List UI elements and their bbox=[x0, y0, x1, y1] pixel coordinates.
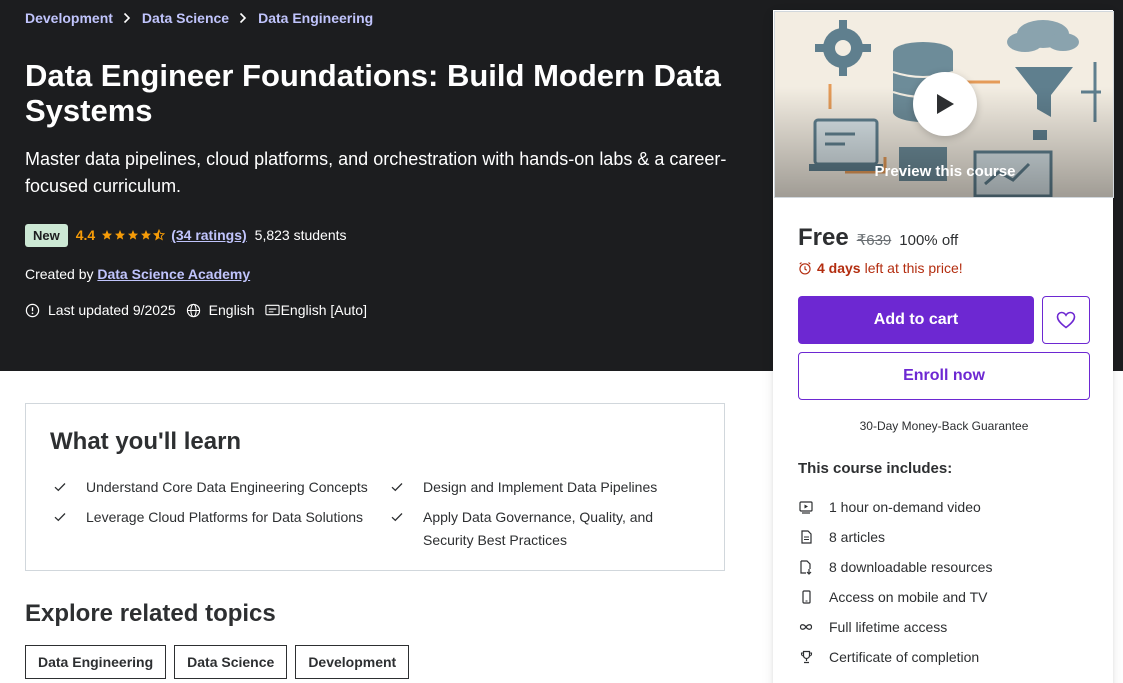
check-icon bbox=[54, 476, 68, 499]
breadcrumb-data-science[interactable]: Data Science bbox=[142, 10, 229, 26]
created-by: Created by Data Science Academy bbox=[25, 266, 250, 282]
learn-item: Apply Data Governance, Quality, and Secu… bbox=[391, 506, 701, 552]
ratings-count-link[interactable]: (34 ratings) bbox=[171, 227, 246, 243]
captions-icon bbox=[264, 304, 280, 316]
include-articles-text: 8 articles bbox=[829, 529, 886, 545]
captions-text: English [Auto] bbox=[280, 302, 367, 318]
alarm-clock-icon bbox=[799, 262, 811, 275]
star-icon bbox=[115, 230, 126, 240]
learn-item-text: Apply Data Governance, Quality, and Secu… bbox=[423, 509, 654, 548]
topic-data-engineering[interactable]: Data Engineering bbox=[25, 645, 167, 679]
timer-text: left at this price! bbox=[864, 260, 963, 276]
includes-title: This course includes: bbox=[798, 460, 953, 477]
created-by-label: Created by bbox=[25, 266, 94, 282]
chevron-right-icon bbox=[239, 12, 247, 24]
list-item: Full lifetime access bbox=[798, 612, 1090, 642]
learn-item-text: Design and Implement Data Pipelines bbox=[423, 479, 658, 495]
price-row: Free ₹639 100% off bbox=[798, 224, 958, 252]
add-to-cart-button[interactable]: Add to cart bbox=[798, 296, 1034, 344]
include-lifetime-text: Full lifetime access bbox=[829, 619, 948, 635]
original-price: ₹639 bbox=[856, 232, 892, 249]
students-count: 5,823 students bbox=[254, 227, 347, 243]
course-subtitle: Master data pipelines, cloud platforms, … bbox=[25, 149, 727, 196]
include-resources-text: 8 downloadable resources bbox=[829, 559, 993, 575]
last-updated: Last updated 9/2025 bbox=[25, 302, 176, 318]
timer-days: 4 days bbox=[817, 260, 861, 276]
video-icon bbox=[798, 500, 814, 514]
includes-list: 1 hour on-demand video 8 articles 8 down… bbox=[798, 492, 1090, 672]
rating-value: 4.4 bbox=[75, 227, 96, 243]
author-link[interactable]: Data Science Academy bbox=[97, 266, 250, 282]
check-icon bbox=[391, 506, 405, 552]
course-preview[interactable]: Preview this course bbox=[774, 11, 1114, 198]
learn-item: Understand Core Data Engineering Concept… bbox=[54, 476, 374, 499]
language-text: English bbox=[208, 302, 255, 318]
half-star-icon bbox=[153, 229, 166, 241]
include-mobile-text: Access on mobile and TV bbox=[829, 589, 988, 605]
article-icon bbox=[798, 530, 814, 544]
what-you-learn-title: What you'll learn bbox=[50, 428, 242, 455]
enroll-now-button[interactable]: Enroll now bbox=[798, 352, 1090, 400]
chevron-right-icon bbox=[123, 12, 131, 24]
list-item: 1 hour on-demand video bbox=[798, 492, 1090, 522]
infinity-icon bbox=[798, 623, 814, 631]
heart-icon bbox=[1056, 311, 1076, 329]
rating-row: New 4.4 (34 ratings) 5,823 students bbox=[25, 223, 347, 247]
last-updated-text: Last updated 9/2025 bbox=[48, 302, 176, 318]
learn-item: Leverage Cloud Platforms for Data Soluti… bbox=[54, 506, 374, 529]
check-icon bbox=[391, 476, 405, 499]
purchase-sidebar: Preview this course Free ₹639 100% off 4… bbox=[773, 10, 1114, 683]
related-topics: Data Engineering Data Science Developmen… bbox=[25, 645, 410, 679]
explore-topics-title: Explore related topics bbox=[25, 600, 276, 627]
learn-item-text: Understand Core Data Engineering Concept… bbox=[86, 479, 368, 495]
breadcrumb-data-engineering[interactable]: Data Engineering bbox=[258, 10, 373, 26]
include-video-text: 1 hour on-demand video bbox=[829, 499, 981, 515]
course-title: Data Engineer Foundations: Build Modern … bbox=[25, 58, 721, 128]
check-icon bbox=[54, 506, 68, 529]
star-rating bbox=[101, 229, 166, 241]
list-item: Access on mobile and TV bbox=[798, 582, 1090, 612]
topic-development[interactable]: Development bbox=[295, 645, 410, 679]
star-icon bbox=[128, 230, 139, 240]
trophy-icon bbox=[798, 650, 814, 664]
play-button[interactable] bbox=[913, 72, 977, 136]
play-icon bbox=[937, 94, 954, 114]
money-back-guarantee: 30-Day Money-Back Guarantee bbox=[859, 419, 1029, 433]
star-icon bbox=[141, 230, 152, 240]
download-icon bbox=[798, 559, 814, 575]
list-item: 8 articles bbox=[798, 522, 1090, 552]
list-item: Certificate of completion bbox=[798, 642, 1090, 672]
mobile-icon bbox=[798, 590, 814, 604]
alert-clock-icon bbox=[25, 303, 40, 317]
preview-label: Preview this course bbox=[874, 163, 1016, 180]
wishlist-button[interactable] bbox=[1042, 296, 1090, 344]
include-certificate-text: Certificate of completion bbox=[829, 649, 980, 665]
globe-icon bbox=[186, 303, 200, 317]
course-meta: Last updated 9/2025 English English [Aut… bbox=[25, 302, 377, 318]
star-icon bbox=[102, 230, 113, 240]
topic-data-science[interactable]: Data Science bbox=[174, 645, 288, 679]
what-you-learn-box: What you'll learn Understand Core Data E… bbox=[25, 403, 725, 571]
list-item: 8 downloadable resources bbox=[798, 552, 1090, 582]
learn-item: Design and Implement Data Pipelines bbox=[391, 476, 711, 499]
price-timer: 4 days left at this price! bbox=[798, 260, 963, 276]
breadcrumb-development[interactable]: Development bbox=[25, 10, 113, 26]
course-language: English bbox=[186, 302, 255, 318]
course-captions: English [Auto] bbox=[264, 302, 367, 318]
new-badge: New bbox=[25, 223, 68, 247]
breadcrumb: Development Data Science Data Engineerin… bbox=[25, 10, 373, 26]
current-price: Free bbox=[798, 224, 849, 251]
learn-item-text: Leverage Cloud Platforms for Data Soluti… bbox=[86, 509, 364, 525]
discount-percent: 100% off bbox=[899, 232, 959, 249]
